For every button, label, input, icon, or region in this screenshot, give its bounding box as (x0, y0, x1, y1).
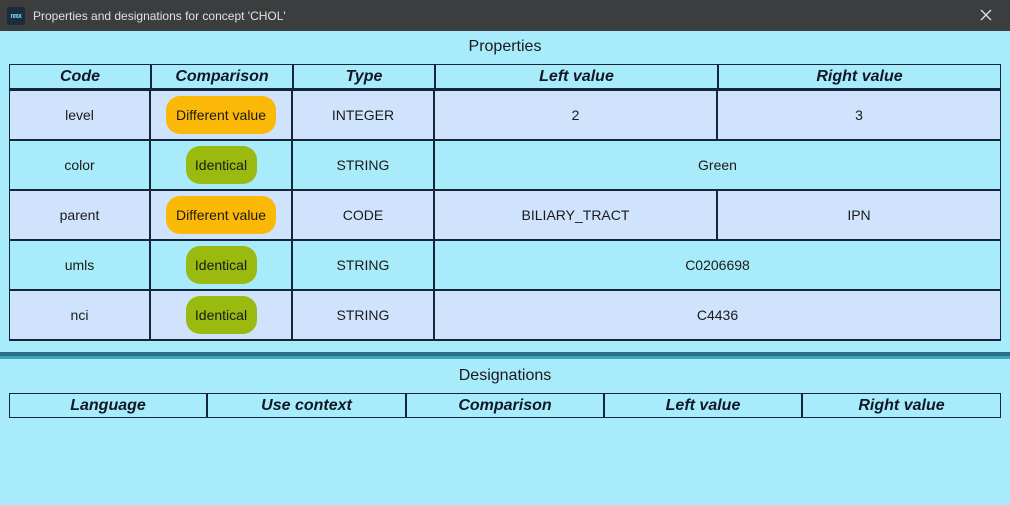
designations-table: Language Use context Comparison Left val… (9, 393, 1001, 419)
splitter-line-light (0, 356, 1010, 359)
close-icon[interactable] (978, 7, 994, 23)
code-cell: nci (10, 291, 151, 339)
column-header-code[interactable]: Code (10, 65, 152, 88)
status-badge: Identical (185, 146, 257, 184)
left-value-cell: BILIARY_TRACT (435, 191, 718, 239)
table-row[interactable]: level Different value INTEGER 2 3 (9, 91, 1001, 141)
properties-header-row: Code Comparison Type Left value Right va… (9, 64, 1001, 91)
comparison-cell: Identical (151, 291, 293, 339)
dialog-window: nmx Properties and designations for conc… (0, 0, 1010, 505)
value-cell: C4436 (696, 307, 739, 323)
right-value-cell: IPN (847, 207, 871, 223)
window-title: Properties and designations for concept … (33, 8, 286, 23)
table-row[interactable]: nci Identical STRING C4436 (9, 291, 1001, 341)
comparison-cell: Identical (151, 241, 293, 289)
table-row[interactable]: parent Different value CODE BILIARY_TRAC… (9, 191, 1001, 241)
title-bar: nmx Properties and designations for conc… (0, 0, 1010, 31)
column-header-left-value[interactable]: Left value (605, 394, 803, 417)
column-header-right-value[interactable]: Right value (719, 65, 1000, 88)
right-value-cell: 3 (855, 107, 863, 123)
table-row[interactable]: color Identical STRING Green (9, 141, 1001, 191)
column-header-language[interactable]: Language (10, 394, 208, 417)
value-cell: Green (698, 157, 737, 173)
column-header-right-value[interactable]: Right value (803, 394, 1000, 417)
type-cell: STRING (293, 241, 435, 289)
code-cell: umls (10, 241, 151, 289)
type-cell: STRING (293, 291, 435, 339)
designations-section-title: Designations (458, 367, 552, 384)
properties-table: Code Comparison Type Left value Right va… (9, 64, 1001, 341)
code-cell: parent (10, 191, 151, 239)
status-badge: Different value (166, 96, 276, 134)
column-header-type[interactable]: Type (294, 65, 436, 88)
designations-header-row: Language Use context Comparison Left val… (9, 393, 1001, 418)
table-row[interactable]: umls Identical STRING C0206698 (9, 241, 1001, 291)
column-header-comparison[interactable]: Comparison (407, 394, 605, 417)
status-badge: Identical (185, 246, 257, 284)
type-cell: INTEGER (293, 91, 435, 139)
type-cell: CODE (293, 191, 435, 239)
type-cell: STRING (293, 141, 435, 189)
comparison-cell: Identical (151, 141, 293, 189)
comparison-cell: Different value (151, 91, 293, 139)
properties-section-title: Properties (468, 38, 542, 55)
code-cell: color (10, 141, 151, 189)
app-logo-icon: nmx (7, 6, 25, 25)
value-cell: C0206698 (685, 257, 750, 273)
pane-splitter[interactable] (0, 352, 1010, 362)
left-value-cell: 2 (435, 91, 718, 139)
comparison-cell: Different value (151, 191, 293, 239)
status-badge: Different value (166, 196, 276, 234)
status-badge: Identical (185, 296, 257, 334)
column-header-comparison[interactable]: Comparison (152, 65, 294, 88)
code-cell: level (10, 91, 151, 139)
column-header-left-value[interactable]: Left value (436, 65, 719, 88)
column-header-use-context[interactable]: Use context (208, 394, 407, 417)
